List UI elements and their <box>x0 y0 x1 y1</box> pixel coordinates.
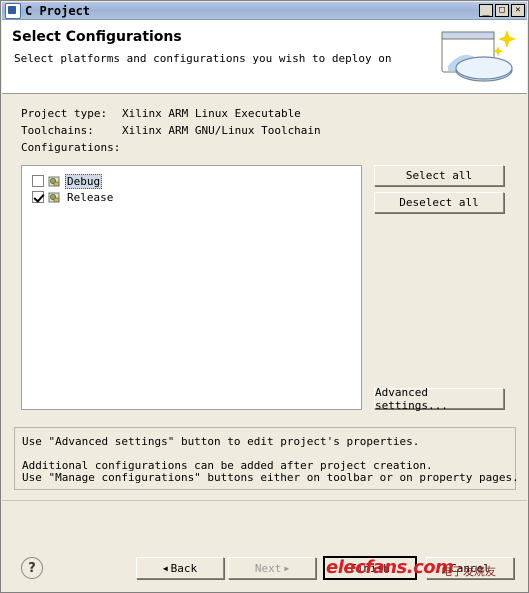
project-window-icon <box>5 2 21 19</box>
config-name-release: Release <box>67 190 114 204</box>
back-label: Back <box>170 561 198 575</box>
config-checkbox-release[interactable] <box>32 191 44 203</box>
title-bar: C Project _ □ ✕ <box>2 2 527 20</box>
wizard-body: Project type: Xilinx ARM Linux Executabl… <box>2 94 527 500</box>
toolchains-label: Toolchains: <box>21 124 94 137</box>
minimize-icon: _ <box>482 2 490 16</box>
page-subtitle: Select platforms and configurations you … <box>14 52 392 65</box>
close-icon: ✕ <box>515 5 521 15</box>
configuration-icon <box>48 176 60 186</box>
toolchains-value: Xilinx ARM GNU/Linux Toolchain <box>122 124 321 137</box>
watermark-text: elecfans.com <box>326 557 454 578</box>
window-title: C Project <box>25 3 91 18</box>
list-item[interactable]: Debug <box>22 173 361 189</box>
advanced-settings-button[interactable]: Advanced settings... <box>374 386 504 412</box>
next-arrow-icon: ▶ <box>284 563 290 573</box>
configuration-icon <box>48 192 60 202</box>
note-panel: Use "Advanced settings" button to edit p… <box>14 427 519 490</box>
close-button[interactable]: ✕ <box>511 4 525 17</box>
minimize-button[interactable]: _ <box>479 2 493 17</box>
deselect-all-button[interactable]: Deselect all <box>374 192 504 213</box>
wizard-banner-icon <box>441 30 516 82</box>
project-type-label: Project type: <box>21 107 108 120</box>
maximize-icon: □ <box>499 5 505 15</box>
watermark-subtext: 电子发烧友 <box>441 565 496 578</box>
help-button[interactable]: ? <box>21 557 43 579</box>
window-controls: _ □ ✕ <box>479 2 525 17</box>
config-checkbox-debug[interactable] <box>32 175 44 187</box>
back-arrow-icon: ◀ <box>162 563 168 573</box>
back-button[interactable]: ◀ Back <box>136 557 224 579</box>
note-line-4: Use "Manage configurations" buttons eith… <box>22 471 519 484</box>
config-name-debug: Debug <box>65 173 103 189</box>
configurations-list[interactable]: Debug Release <box>21 165 362 410</box>
next-label: Next <box>254 561 282 575</box>
project-type-value: Xilinx ARM Linux Executable <box>122 107 301 120</box>
page-title: Select Configurations <box>12 29 182 45</box>
maximize-button[interactable]: □ <box>495 4 509 17</box>
c-project-wizard-window: C Project _ □ ✕ Select Configurations Se… <box>0 0 529 593</box>
wizard-header: Select Configurations Select platforms a… <box>2 20 527 94</box>
note-line-1: Use "Advanced settings" button to edit p… <box>22 435 420 448</box>
list-item[interactable]: Release <box>22 189 361 205</box>
configurations-label: Configurations: <box>21 141 121 154</box>
next-button: Next ▶ <box>228 557 316 579</box>
select-all-button[interactable]: Select all <box>374 165 504 186</box>
